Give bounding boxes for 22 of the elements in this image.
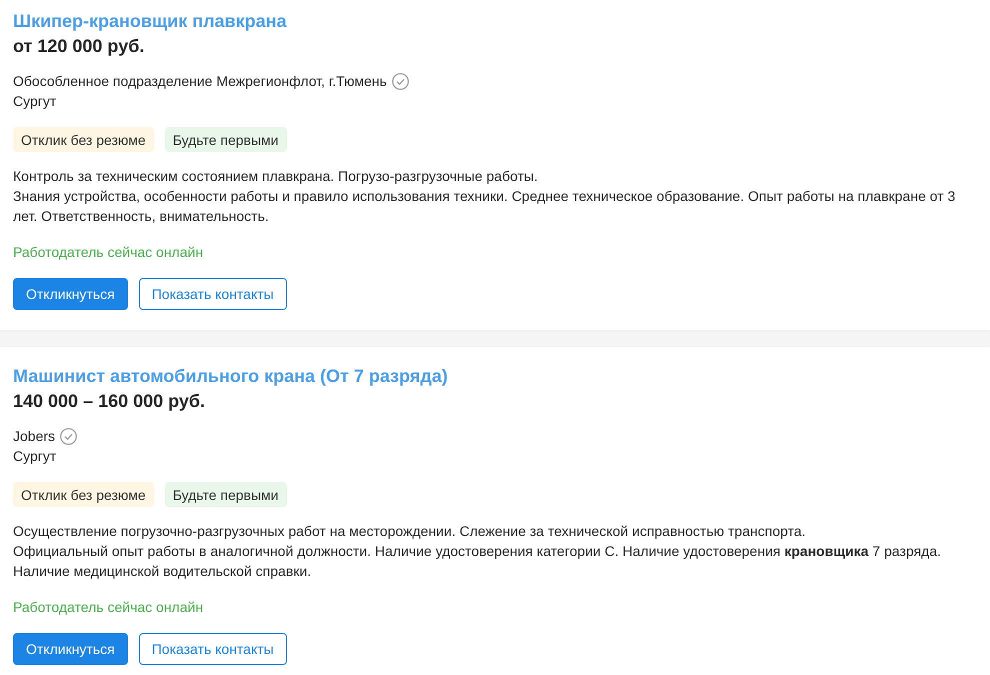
respond-button[interactable]: Откликнуться: [13, 633, 128, 665]
city: Сургут: [13, 92, 56, 111]
employer-name: Обособленное подразделение Межрегионфлот, г.Тюмень: [13, 72, 387, 91]
vacancy-tag: Отклик без резюме: [13, 127, 154, 152]
description-paragraph: Знания устройства, особенности работы и правило использования техники. Среднее техническое образование. Опыт работы на плавкране от 3 лет. Ответственность, внимательность.: [13, 187, 956, 226]
show-contacts-button[interactable]: Показать контакты: [138, 278, 287, 310]
description-paragraph: Официальный опыт работы в аналогичной должности. Наличие удостоверения категории С. Наличие удостоверения крановщика 7 разряда. Наличие медицинской водительской справки.: [13, 542, 942, 581]
vacancy-title-link[interactable]: Машинист автомобильного крана (От 7 разряда): [13, 365, 448, 387]
description-paragraph: Контроль за техническим состоянием плавкрана. Погрузо-разгрузочные работы.: [13, 167, 539, 186]
respond-button[interactable]: Откликнуться: [13, 278, 128, 310]
city: Сургут: [13, 447, 56, 466]
salary: 140 000 – 160 000 руб.: [13, 390, 206, 413]
employer-name: Jobers: [13, 427, 56, 446]
show-contacts-button[interactable]: Показать контакты: [138, 633, 287, 665]
salary: от 120 000 руб.: [13, 35, 144, 58]
vacancy-tag: Будьте первыми: [164, 482, 287, 507]
vacancy-tag: Будьте первыми: [164, 127, 287, 152]
vacancy-title-link[interactable]: Шкипер-крановщик плавкрана: [13, 10, 287, 32]
employer-online-status: Работодатель сейчас онлайн: [13, 598, 204, 617]
employer-online-status: Работодатель сейчас онлайн: [13, 243, 204, 262]
description-paragraph: Осуществление погрузочно-разгрузочных работ на месторождении. Слежение за технической исправностью транспорта.: [13, 522, 807, 541]
vacancy-tag: Отклик без резюме: [13, 482, 154, 507]
